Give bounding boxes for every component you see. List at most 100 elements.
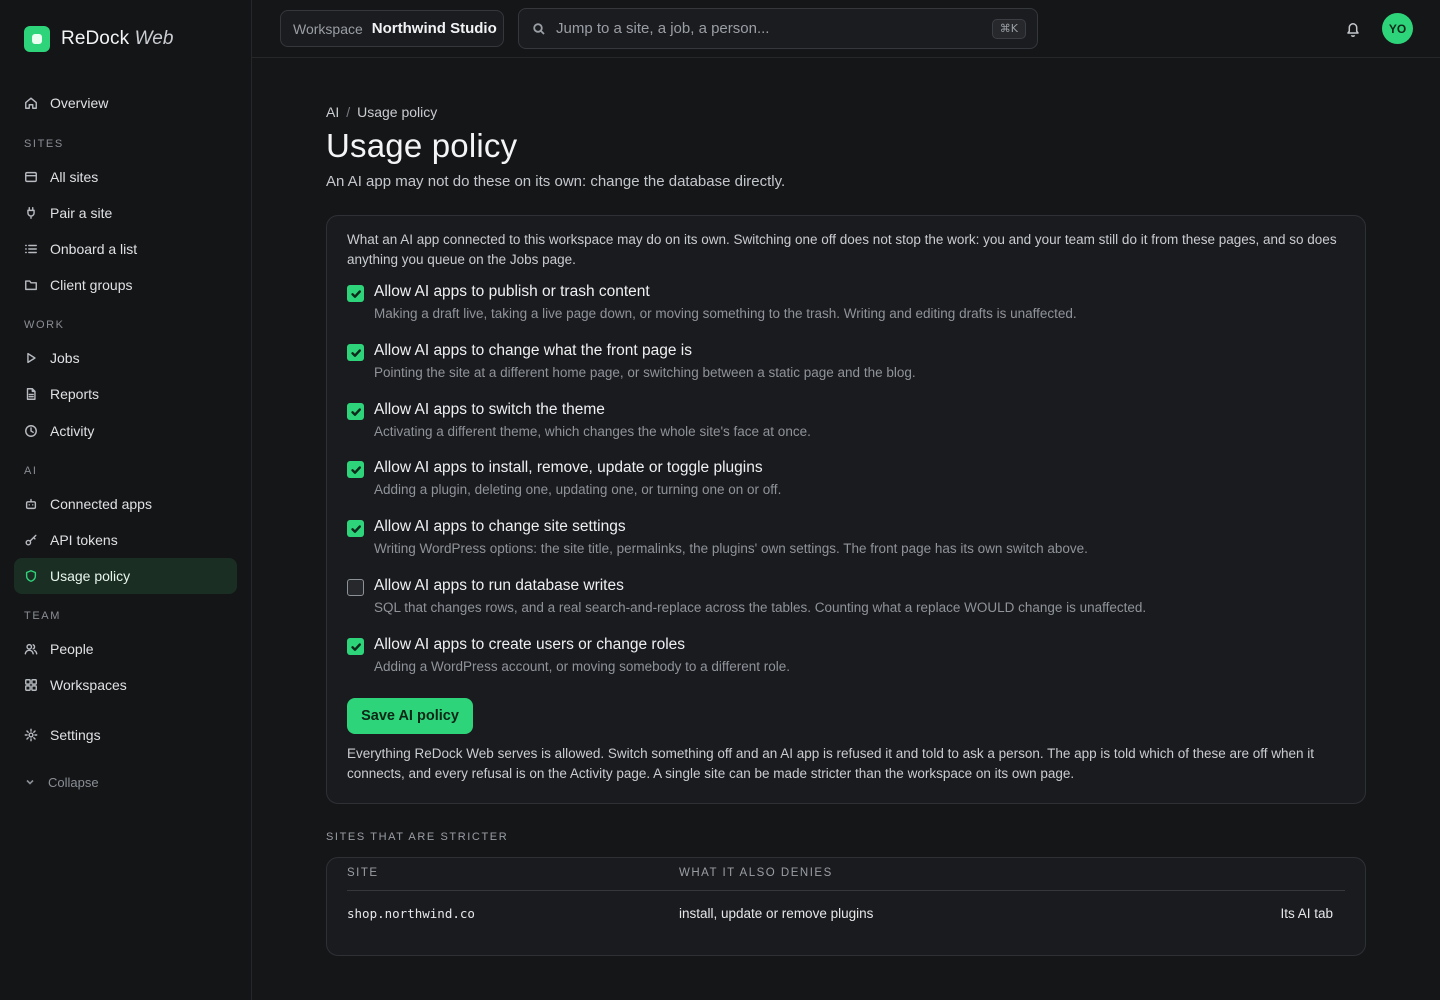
option-description: SQL that changes rows, and a real search…: [374, 600, 1147, 615]
sidebar-item-all-sites[interactable]: All sites: [14, 159, 237, 195]
sidebar-item-label: People: [50, 641, 94, 657]
sidebar-item-onboard-list[interactable]: Onboard a list: [14, 231, 237, 267]
sidebar-item-label: Reports: [50, 386, 100, 402]
checkbox[interactable]: [347, 520, 364, 537]
workspace-label: Workspace: [293, 20, 363, 37]
breadcrumb-parent[interactable]: AI: [326, 104, 339, 120]
sidebar-item-label: Activity: [50, 423, 95, 439]
page-title: Usage policy: [326, 127, 518, 164]
search-input[interactable]: Jump to a site, a job, a person... ⌘K: [518, 8, 1038, 49]
option-title: Allow AI apps to switch the theme: [374, 401, 605, 418]
brand-logo-icon: [24, 26, 50, 52]
users-icon: [24, 643, 38, 655]
robot-icon: [25, 498, 37, 510]
page-subtitle: An AI app may not do these on its own: c…: [326, 173, 786, 190]
checkbox[interactable]: [347, 461, 364, 478]
option-description: Making a draft live, taking a live page …: [374, 306, 1077, 321]
sidebar-item-client-groups[interactable]: Client groups: [14, 267, 237, 303]
shield-icon: [25, 570, 37, 582]
collapse-button[interactable]: Collapse: [24, 772, 99, 792]
chevron-down-icon: [26, 779, 34, 785]
notifications-button[interactable]: [1345, 20, 1361, 38]
search-icon: [533, 22, 545, 35]
sidebar-item-reports[interactable]: Reports: [14, 376, 237, 412]
list-icon: [25, 244, 37, 254]
checkbox[interactable]: [347, 344, 364, 361]
folder-icon: [25, 280, 37, 291]
sidebar-item-usage-policy[interactable]: Usage policy: [14, 558, 237, 594]
sidebar-item-overview[interactable]: Overview: [14, 85, 237, 121]
workspace-value: Northwind Studio: [371, 20, 497, 37]
policy-footnote: Everything ReDock Web serves is allowed.…: [347, 746, 1315, 781]
bell-icon: [1347, 23, 1359, 37]
checkbox[interactable]: [347, 403, 364, 420]
sidebar-item-pair-site[interactable]: Pair a site: [14, 195, 237, 231]
breadcrumb: AI / Usage policy: [326, 104, 437, 120]
option-title: Allow AI apps to change site settings: [374, 518, 626, 535]
breadcrumb-separator: /: [346, 104, 351, 120]
checkbox[interactable]: [347, 285, 364, 302]
sidebar-item-label: Onboard a list: [50, 241, 138, 257]
sidebar-item-label: All sites: [50, 169, 99, 185]
brand[interactable]: ReDock Web: [24, 26, 174, 52]
sidebar-item-label: Jobs: [50, 350, 80, 366]
sidebar-item-settings[interactable]: Settings: [14, 717, 237, 753]
document-icon: [26, 388, 36, 400]
check-icon: [350, 524, 361, 533]
avatar[interactable]: YO: [1382, 13, 1413, 44]
workspace-switcher[interactable]: Workspace Northwind Studio: [280, 10, 504, 47]
policy-card: What an AI app connected to this workspa…: [326, 215, 1366, 804]
sidebar-item-jobs[interactable]: Jobs: [14, 340, 237, 376]
section-label-work: WORK: [24, 319, 65, 331]
sidebar-item-label: Workspaces: [50, 677, 127, 693]
option-title: Allow AI apps to create users or change …: [374, 636, 686, 653]
sidebar-item-label: Connected apps: [50, 496, 152, 512]
sidebar-item-label: API tokens: [50, 532, 118, 548]
option-title: Allow AI apps to run database writes: [374, 577, 624, 594]
header-divider: [347, 890, 1345, 891]
stricter-sites-table: SITE WHAT IT ALSO DENIES shop.northwind.…: [326, 857, 1366, 956]
check-icon: [350, 407, 361, 416]
option-description: Adding a WordPress account, or moving so…: [374, 659, 790, 674]
check-icon: [350, 289, 361, 298]
save-ai-policy-button[interactable]: Save AI policy: [347, 698, 473, 734]
sidebar-item-connected-apps[interactable]: Connected apps: [14, 486, 237, 522]
topbar: Workspace Northwind Studio Jump to a sit…: [252, 0, 1440, 58]
its-ai-tab-link[interactable]: Its AI tab: [1280, 906, 1333, 921]
clock-icon: [25, 425, 37, 437]
section-label-ai: AI: [24, 465, 38, 477]
column-header-denies: WHAT IT ALSO DENIES: [679, 867, 833, 879]
key-icon: [25, 534, 37, 546]
sidebar-item-label: Pair a site: [50, 205, 113, 221]
check-icon: [350, 465, 361, 474]
browser-icon: [25, 171, 37, 183]
option-title: Allow AI apps to install, remove, update…: [374, 459, 763, 476]
brand-name: ReDock Web: [61, 28, 174, 49]
check-icon: [350, 642, 361, 651]
search-shortcut-hint: ⌘K: [991, 19, 1026, 39]
sidebar-item-label: Usage policy: [50, 568, 131, 584]
policy-intro: What an AI app connected to this workspa…: [347, 232, 1337, 267]
plug-icon: [27, 207, 35, 219]
home-icon: [25, 97, 37, 109]
grid-icon: [25, 679, 37, 691]
check-icon: [350, 348, 361, 357]
play-icon: [27, 352, 36, 364]
stricter-sites-heading: SITES THAT ARE STRICTER: [326, 831, 509, 843]
checkbox[interactable]: [347, 579, 364, 596]
option-title: Allow AI apps to publish or trash conten…: [374, 283, 650, 300]
sidebar-item-activity[interactable]: Activity: [14, 413, 237, 449]
option-description: Pointing the site at a different home pa…: [374, 365, 916, 380]
collapse-label: Collapse: [48, 774, 99, 790]
option-description: Activating a different theme, which chan…: [374, 424, 811, 439]
sidebar-item-people[interactable]: People: [14, 631, 237, 667]
table-cell-site: shop.northwind.co: [347, 906, 475, 921]
option-description: Writing WordPress options: the site titl…: [374, 541, 1088, 556]
option-title: Allow AI apps to change what the front p…: [374, 342, 692, 359]
checkbox[interactable]: [347, 638, 364, 655]
gear-icon: [24, 728, 38, 742]
search-placeholder: Jump to a site, a job, a person...: [556, 20, 770, 37]
option-description: Adding a plugin, deleting one, updating …: [374, 482, 782, 497]
sidebar-item-api-tokens[interactable]: API tokens: [14, 522, 237, 558]
sidebar-item-workspaces[interactable]: Workspaces: [14, 667, 237, 703]
